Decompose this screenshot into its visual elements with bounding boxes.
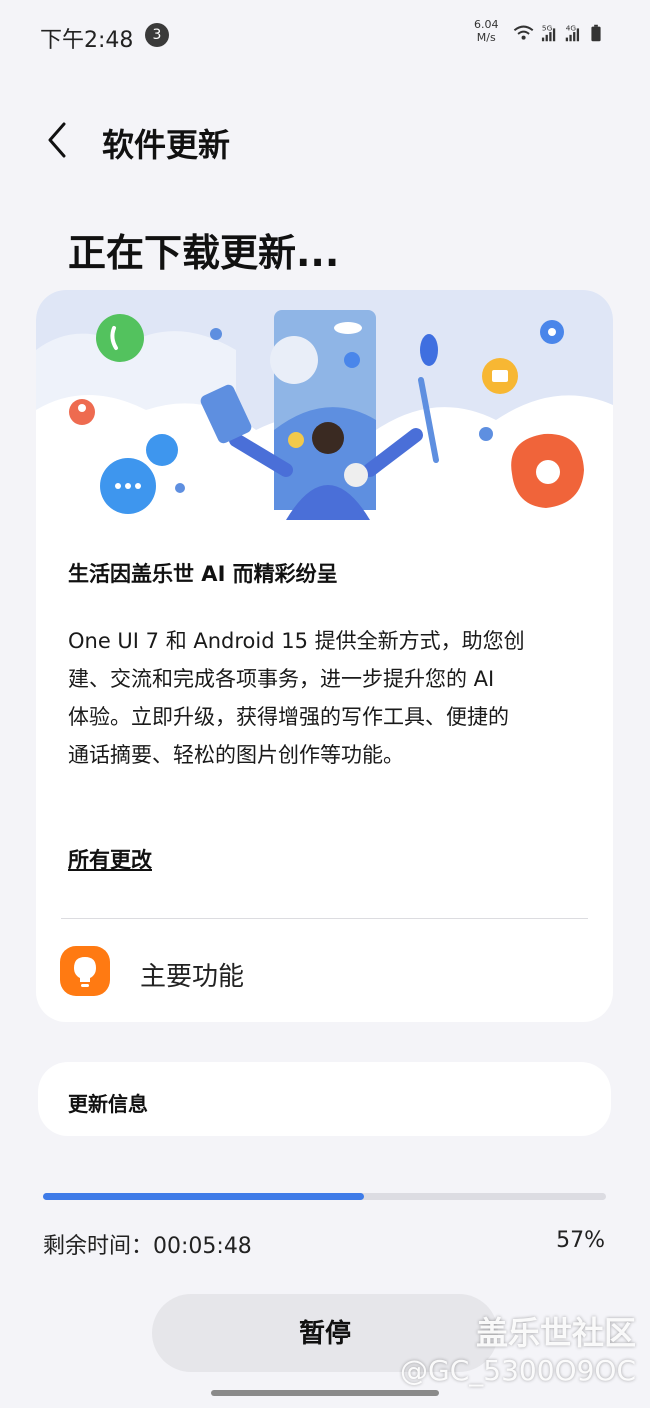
signal-4g-label: 4G (566, 23, 577, 32)
download-progress-fill (43, 1193, 364, 1200)
description-line: 通话摘要、轻松的图片创作等功能。 (68, 743, 404, 767)
watermark-user: @GC_5300O9OC (400, 1354, 636, 1387)
hero-illustration (36, 290, 613, 530)
status-icons: 5G 4G (513, 23, 601, 42)
download-progress-bar (43, 1193, 606, 1200)
signal-4g-icon: 4G (565, 23, 580, 42)
chevron-left-icon (48, 122, 66, 158)
notification-count-badge: 3 (145, 23, 169, 47)
signal-5g-icon: 5G (541, 23, 556, 42)
status-bar: 下午2:48 3 6.04 M/s 5G 4G (0, 0, 650, 70)
network-speed: 6.04 M/s (474, 18, 499, 44)
lightbulb-icon (60, 946, 110, 996)
feature-card: 生活因盖乐世 AI 而精彩纷呈 One UI 7 和 Android 15 提供… (36, 290, 613, 1022)
update-info-label: 更新信息 (68, 1092, 148, 1116)
signal-5g-label: 5G (542, 23, 553, 32)
download-status-heading: 正在下载更新... (68, 231, 340, 275)
update-description: One UI 7 和 Android 15 提供全新方式，助您创 建、交流和完成… (68, 622, 588, 774)
update-info-item[interactable]: 更新信息 (38, 1062, 611, 1136)
main-features-label: 主要功能 (140, 962, 245, 992)
network-speed-unit: M/s (476, 31, 496, 44)
network-speed-value: 6.04 (474, 18, 499, 31)
divider (61, 918, 588, 919)
description-line: 体验。立即升级，获得增强的写作工具、便捷的 (68, 705, 509, 729)
description-line: 建、交流和完成各项事务，进一步提升您的 AI (68, 667, 495, 691)
home-indicator[interactable] (211, 1390, 439, 1396)
page-title: 软件更新 (102, 126, 231, 164)
all-changes-link[interactable]: 所有更改 (68, 844, 152, 874)
description-line: One UI 7 和 Android 15 提供全新方式，助您创 (68, 629, 525, 653)
watermark-brand: 盖乐世社区 (475, 1314, 636, 1352)
battery-icon (591, 24, 601, 42)
wifi-icon (513, 25, 534, 40)
status-time: 下午2:48 (40, 28, 134, 53)
progress-percent: 57% (556, 1228, 605, 1253)
main-features-item[interactable]: 主要功能 (36, 930, 613, 1010)
time-remaining: 剩余时间：00:05:48 (43, 1234, 252, 1259)
back-button[interactable] (38, 118, 78, 162)
card-subtitle: 生活因盖乐世 AI 而精彩纷呈 (68, 562, 338, 586)
